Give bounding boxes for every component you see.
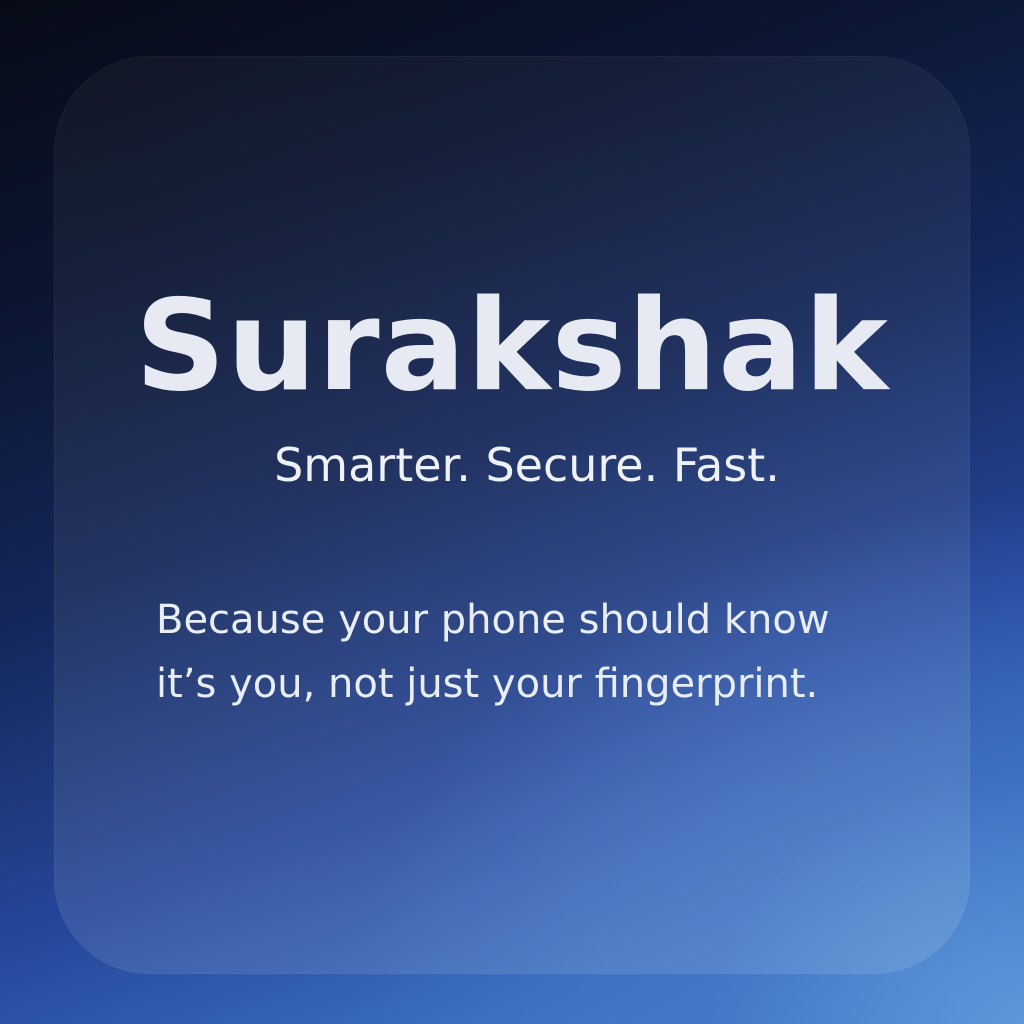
description-line: it’s you, not just your fingerprint. — [156, 661, 819, 707]
description-text: Because your phone should know it’s you,… — [156, 588, 956, 716]
brand-tagline: Smarter. Secure. Fast. — [274, 438, 780, 492]
brand-title: Surakshak — [135, 272, 889, 419]
description-line: Because your phone should know — [156, 597, 830, 643]
hero-card — [54, 56, 970, 974]
